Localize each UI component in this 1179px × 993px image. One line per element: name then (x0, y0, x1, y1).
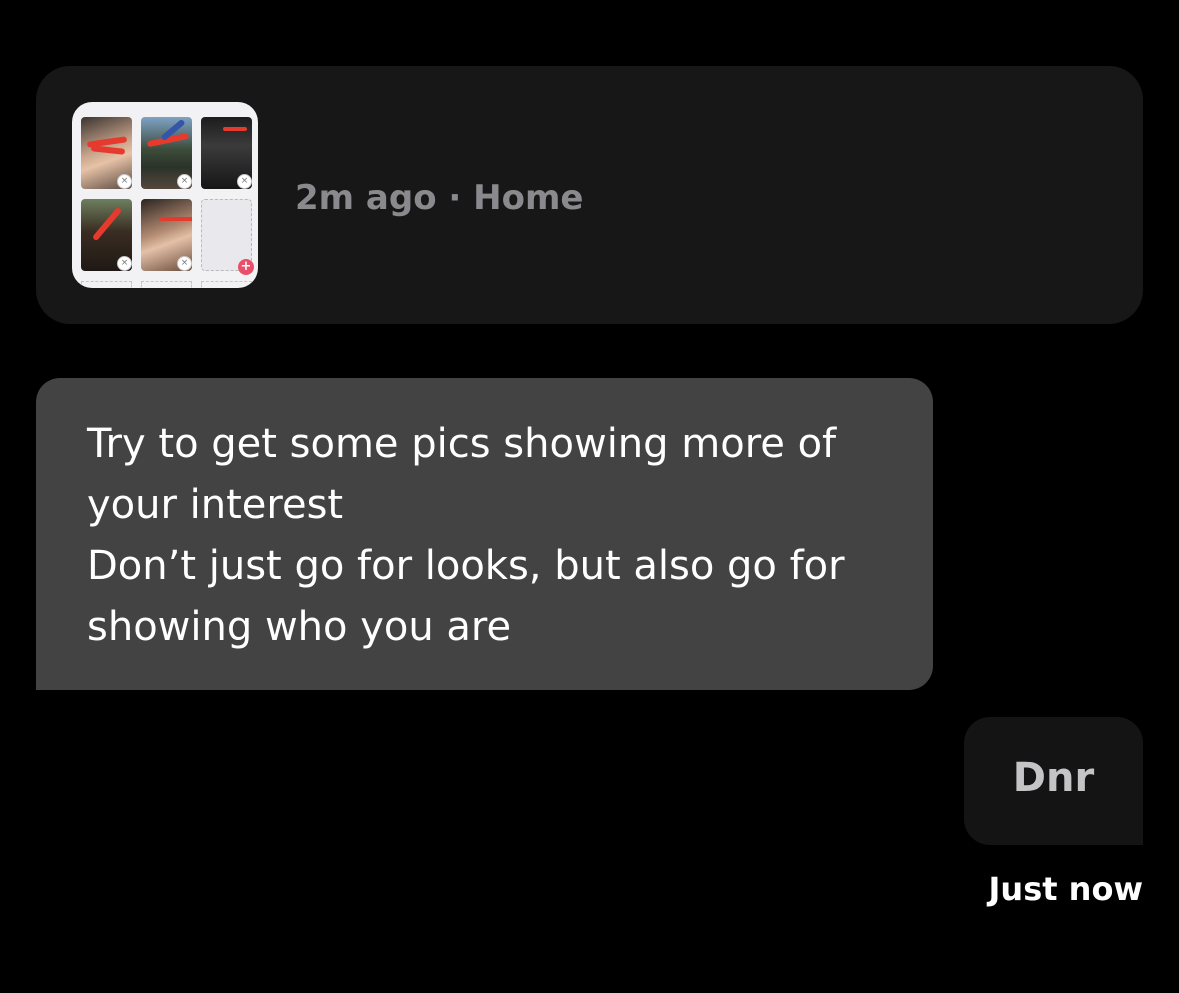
message-line: showing who you are (87, 604, 512, 650)
meta-separator: · (436, 178, 474, 218)
photo-tile: × (141, 117, 192, 189)
remove-photo-icon[interactable]: × (177, 256, 192, 271)
message-line: Don’t just go for looks, but also go for (87, 543, 845, 589)
photo-tile: × (201, 117, 252, 189)
empty-photo-slot (201, 281, 252, 288)
empty-photo-slot (141, 281, 192, 288)
outgoing-message-text: Dnr (1012, 755, 1095, 801)
message-line: Try to get some pics showing more of (87, 421, 837, 467)
photo-tile: × (141, 199, 192, 271)
outgoing-message-bubble[interactable]: Dnr (964, 717, 1143, 845)
incoming-message-text: Try to get some pics showing more of you… (87, 414, 907, 658)
share-context: Home (473, 178, 584, 218)
photo-tile: × (81, 199, 132, 271)
photo-tile: × (81, 117, 132, 189)
remove-photo-icon[interactable]: × (117, 174, 132, 189)
message-timestamp: Just now (988, 870, 1144, 908)
remove-photo-icon[interactable]: × (177, 174, 192, 189)
remove-photo-icon[interactable]: × (237, 174, 252, 189)
incoming-message-bubble[interactable]: Try to get some pics showing more of you… (36, 378, 933, 690)
empty-photo-slot (81, 281, 132, 288)
add-photo-icon[interactable]: + (238, 259, 254, 275)
message-line: your interest (87, 482, 344, 528)
profile-photos-thumbnail[interactable]: × × × × × + (72, 102, 258, 288)
remove-photo-icon[interactable]: × (117, 256, 132, 271)
shared-profile-card[interactable]: × × × × × + 2m ago · Home (36, 66, 1143, 324)
share-time: 2m ago (295, 178, 437, 218)
share-meta: 2m ago · Home (295, 178, 583, 218)
